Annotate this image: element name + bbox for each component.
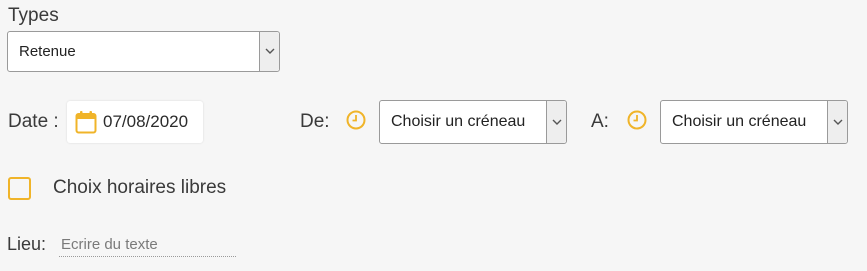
to-slot-value: Choisir un créneau [672, 113, 807, 130]
chevron-down-icon [546, 101, 566, 143]
calendar-icon [75, 110, 97, 134]
free-hours-checkbox[interactable] [8, 177, 31, 200]
from-slot-value: Choisir un créneau [391, 113, 526, 130]
lieu-input[interactable] [59, 233, 236, 257]
types-select[interactable]: Retenue [7, 31, 280, 72]
types-select-value: Retenue [19, 43, 76, 60]
date-label: Date : [8, 111, 59, 132]
to-label: A: [591, 111, 609, 132]
date-picker[interactable]: 07/08/2020 [67, 101, 203, 143]
appointment-form: Types Retenue Date : 07/08/2020 De: Choi… [0, 0, 867, 271]
types-label: Types [8, 5, 59, 26]
from-slot-select[interactable]: Choisir un créneau [379, 100, 567, 144]
free-hours-label[interactable]: Choix horaires libres [53, 177, 226, 199]
clock-icon [627, 110, 647, 130]
chevron-down-icon [259, 32, 279, 71]
date-value: 07/08/2020 [103, 112, 189, 131]
chevron-down-icon [827, 101, 847, 143]
lieu-label: Lieu: [7, 234, 47, 254]
clock-icon [346, 110, 366, 130]
to-slot-select[interactable]: Choisir un créneau [660, 100, 848, 144]
from-label: De: [300, 111, 330, 132]
